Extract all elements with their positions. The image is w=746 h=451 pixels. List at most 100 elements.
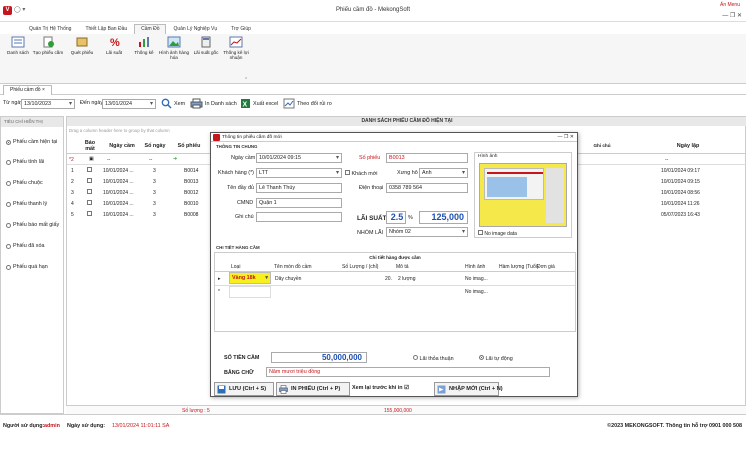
customer-select[interactable]: LTT (256, 168, 342, 178)
row-lost-checkbox[interactable] (87, 189, 92, 196)
row-days: 3 (153, 168, 156, 174)
print-ticket-button[interactable]: IN PHIẾU (Ctrl + P) (276, 382, 350, 396)
calculator-icon (201, 36, 211, 48)
item-quantity[interactable]: 20. (385, 276, 392, 282)
rate-group-select[interactable]: Nhóm 02 (386, 227, 468, 237)
col-item-name[interactable]: Tên món đồ cầm (274, 264, 312, 270)
item-type-select[interactable]: Vàng 18k ▾ (229, 272, 271, 284)
print-list-button[interactable]: In Danh sách (190, 98, 237, 109)
hide-menu-link[interactable]: Ẩn Menu (720, 2, 740, 8)
new-item-type-cell[interactable] (229, 286, 271, 298)
row-created: 10/01/2024 09:17 (661, 168, 700, 174)
to-date-input[interactable]: 13/01/2024 (102, 99, 156, 109)
col-content[interactable]: Hàm lượng (Tuổi) (499, 264, 539, 270)
pawn-date-input[interactable]: 10/01/2024 09:15 (256, 153, 342, 163)
user-label: Người sử dụng: (3, 423, 45, 429)
printer-icon (279, 385, 288, 394)
criteria-deleted[interactable]: Phiếu đã xóa (6, 243, 44, 249)
rate-amount-input[interactable]: 125,000 (419, 211, 468, 224)
full-name-input[interactable]: Lê Thanh Thúy (256, 183, 342, 193)
export-excel-button[interactable]: X Xuất excel (240, 98, 278, 109)
from-date-input[interactable]: 13/10/2023 (21, 99, 75, 109)
col-days[interactable]: Số ngày (141, 143, 169, 149)
radio-icon (6, 180, 11, 186)
title-bar: V ◯ ▾ Phiếu cầm đồ - MekongSoft Ẩn Menu … (0, 0, 746, 22)
row-lost-checkbox[interactable] (87, 167, 92, 174)
customer-label: Khách hàng (*) (218, 170, 254, 176)
profit-stats-button[interactable]: Thống kê lợi nhuận (218, 36, 254, 60)
col-created[interactable]: Ngày lập (663, 143, 713, 149)
ticket-no-input[interactable]: B0013 (386, 153, 468, 163)
amount-input[interactable]: 50,000,000 (271, 352, 367, 363)
document-tabs: Phiếu cầm đồ × (0, 84, 746, 95)
new-item-image[interactable]: No imag... (465, 289, 488, 295)
preview-side (546, 168, 564, 223)
criteria-interest[interactable]: Phiếu tính lãi (6, 159, 44, 165)
row-lost-checkbox[interactable] (87, 178, 92, 185)
note-input[interactable] (256, 212, 342, 222)
product-image[interactable] (479, 163, 567, 227)
criteria-redeemed[interactable]: Phiếu chuộc (6, 180, 43, 186)
search-icon (161, 98, 172, 109)
filter-checkbox-icon[interactable]: ▣ (89, 156, 94, 162)
col-quantity[interactable]: Số Lượng / (chỉ) (342, 264, 378, 270)
row-lost-checkbox[interactable] (87, 211, 92, 218)
new-customer-checkbox[interactable]: Khách mới (345, 170, 378, 177)
col-ticket[interactable]: Số phiếu (171, 143, 207, 149)
filter-date[interactable]: -- (107, 157, 110, 163)
save-button[interactable]: LƯU (Ctrl + S) (214, 382, 274, 396)
auto-rate-radio[interactable]: Lãi tự động (479, 355, 513, 362)
row-lost-checkbox[interactable] (87, 200, 92, 207)
col-date[interactable]: Ngày cầm (103, 143, 141, 149)
scan-ticket-button[interactable]: Quét phiếu (64, 36, 100, 55)
no-image-text: No image data (478, 230, 517, 237)
id-input[interactable]: Quận 1 (256, 198, 342, 208)
filter-arrow-icon[interactable]: ➜ (173, 156, 177, 162)
list-icon (11, 36, 25, 48)
grid-title: DANH SÁCH PHIẾU CẦM ĐỒ HIỆN TẠI (67, 117, 746, 126)
menu-bar: Quản Trị Hệ Thống Thiết Lập Ban Đầu Cầm … (0, 22, 746, 35)
create-ticket-button[interactable]: Tạo phiếu cầm (30, 36, 66, 55)
dialog-controls[interactable]: — ❐ ✕ (558, 133, 574, 142)
agreed-rate-radio[interactable]: Lãi thỏa thuận (413, 355, 454, 362)
item-image[interactable]: No imag... (465, 276, 488, 282)
preview-before-print[interactable]: Xem lại trước khi in ☑ (352, 385, 409, 391)
excel-icon: X (241, 99, 250, 109)
preview-block (487, 177, 527, 197)
image-panel: Hình ảnh No image data (474, 152, 572, 238)
title-select[interactable]: Anh (419, 168, 468, 178)
criteria-lost-paper[interactable]: Phiếu báo mất giấy (6, 222, 59, 228)
rate-input[interactable]: 2.5 (386, 211, 406, 224)
new-ticket-button[interactable]: NHẬP MỚI (Ctrl + N) (434, 382, 503, 396)
col-type[interactable]: Loại (231, 264, 240, 270)
risk-tracking-button[interactable]: Theo đổi rủi ro (283, 98, 332, 109)
col-description[interactable]: Mô tả (396, 264, 409, 270)
user-name: admin (44, 423, 60, 429)
item-description[interactable]: 2 lượng (398, 276, 415, 282)
close-tab-icon[interactable]: × (42, 87, 45, 93)
detail-section-title: CHI TIẾT HÀNG CẦM (216, 245, 260, 250)
col-unit-price[interactable]: Đơn giá (537, 264, 555, 270)
view-button[interactable]: Xem (161, 98, 185, 109)
filter-days[interactable]: -- (149, 157, 152, 163)
window-controls[interactable]: — ❐ ✕ (722, 12, 742, 19)
product-images-button[interactable]: Hình ảnh hàng hóa (156, 36, 192, 60)
tab-pawn-tickets[interactable]: Phiếu cầm đồ × (3, 85, 52, 95)
criteria-liquidated[interactable]: Phiếu thanh lý (6, 201, 47, 207)
save-icon (217, 385, 226, 394)
preview-screenshot (484, 168, 544, 200)
col-image[interactable]: Hình ảnh (465, 264, 485, 270)
col-note[interactable]: Ghi chú (587, 143, 617, 148)
col-lost[interactable]: Báo mất (83, 140, 97, 152)
phone-input[interactable]: 0358 789 564 (386, 183, 468, 193)
preview-bar (487, 172, 543, 174)
row-date: 10/01/2024 ... (103, 190, 134, 196)
item-name[interactable]: Dây chuyền (275, 276, 301, 282)
criteria-current[interactable]: Phiếu cầm hiện tại (6, 139, 57, 145)
filter-created[interactable]: -- (665, 157, 668, 163)
ribbon-collapse-icon[interactable]: ⌃ (244, 77, 248, 83)
phone-label: Điện thoại (359, 185, 384, 191)
row-ticket: B0014 (184, 168, 199, 174)
criteria-overdue[interactable]: Phiếu quá hạn (6, 264, 48, 270)
radio-icon (6, 201, 11, 207)
